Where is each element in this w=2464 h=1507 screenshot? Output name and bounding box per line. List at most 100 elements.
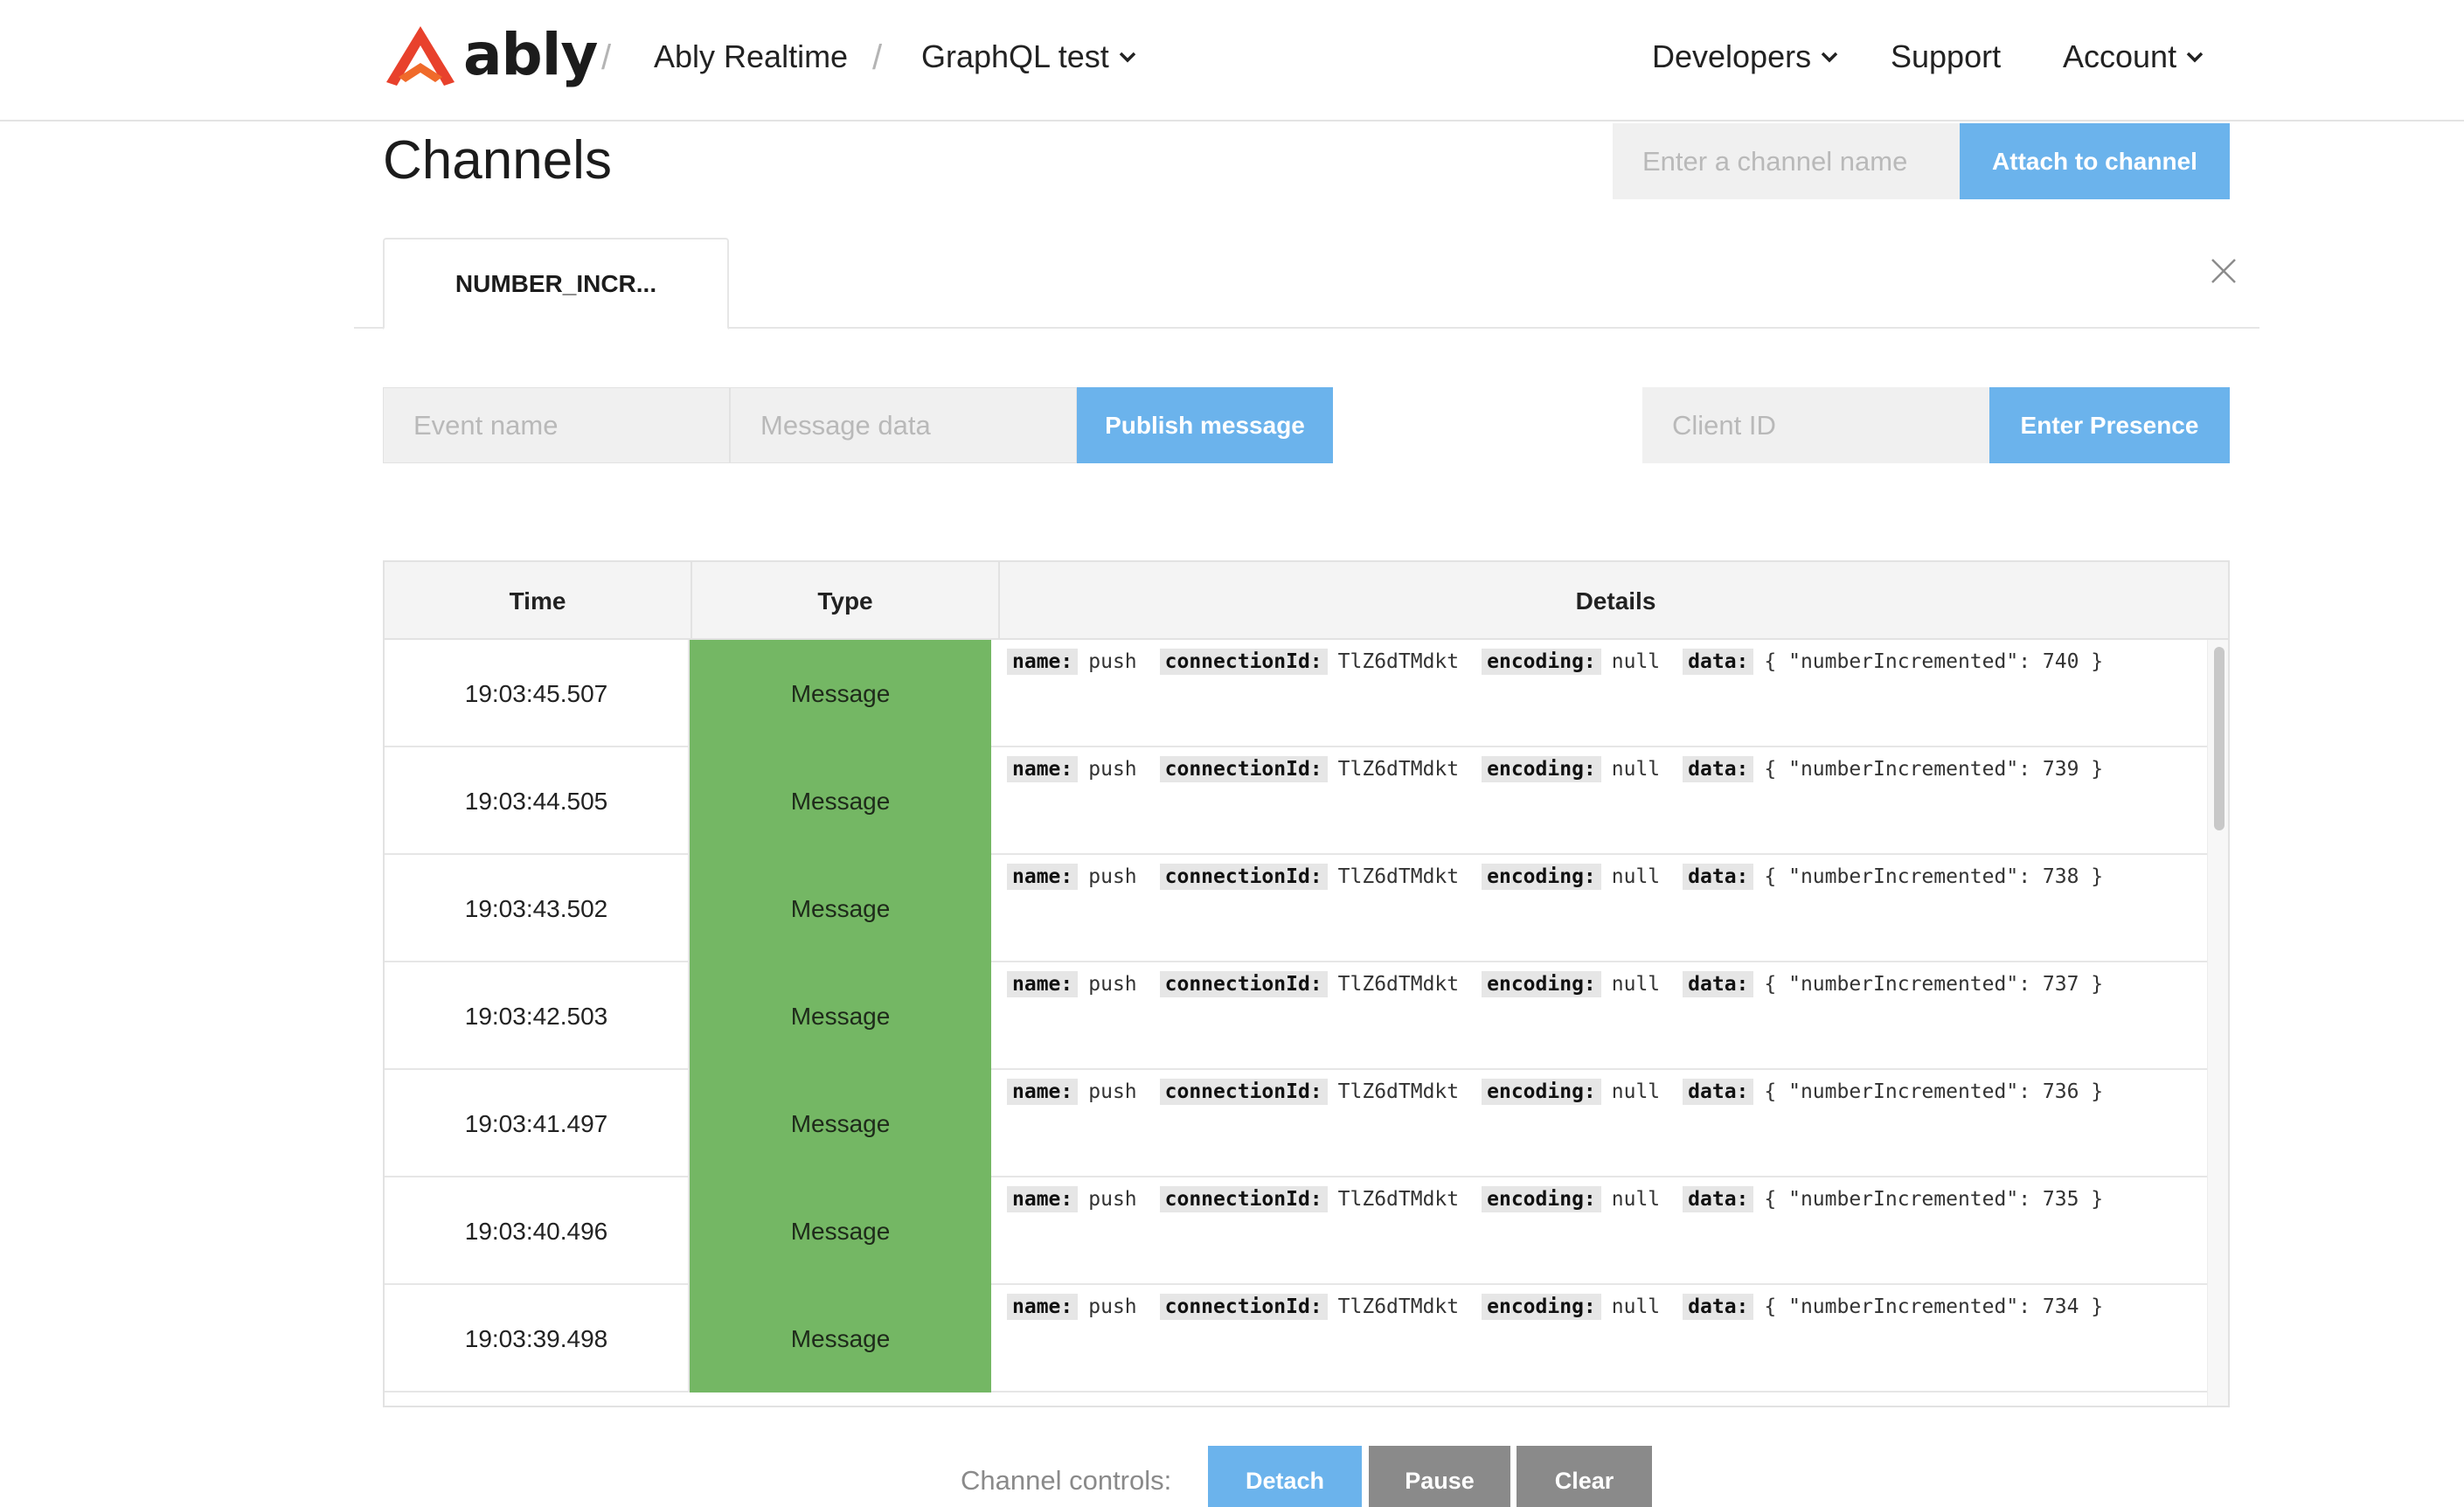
table-row[interactable]: 19:03:39.498 Message name: push connectionId…: [385, 1285, 2207, 1392]
chevron-down-icon: [1119, 52, 1136, 63]
detail-key: name:: [1007, 649, 1079, 675]
ably-logo[interactable]: ably: [383, 23, 598, 87]
attach-to-channel-button[interactable]: Attach to channel: [1960, 123, 2230, 199]
chevron-down-icon: [2186, 52, 2204, 63]
detail-key: name:: [1007, 1079, 1079, 1105]
detail-value: TlZ6dTMdkt: [1337, 650, 1460, 673]
cell-details: name: push connectionId: TlZ6dTMdkt encoding…: [1007, 1186, 2126, 1212]
cell-time: 19:03:43.502: [385, 855, 690, 962]
event-name-input[interactable]: [383, 387, 730, 463]
detail-value: { "numberIncremented": 740 }: [1764, 650, 2104, 673]
table-scrollbar[interactable]: [2207, 640, 2228, 1406]
detail-value: TlZ6dTMdkt: [1337, 758, 1460, 781]
breadcrumb-account-link[interactable]: Ably Realtime: [654, 38, 848, 75]
detail-key: data:: [1683, 971, 1754, 997]
breadcrumb-app-label: GraphQL test: [921, 38, 1109, 74]
column-header-details: Details: [1575, 587, 1656, 615]
table-row[interactable]: 19:03:40.496 Message name: push connectionId…: [385, 1177, 2207, 1285]
nav-support-link[interactable]: Support: [1891, 38, 2001, 75]
detail-value: TlZ6dTMdkt: [1337, 973, 1460, 996]
detail-value: null: [1611, 650, 1661, 673]
tab-label: NUMBER_INCR...: [455, 269, 657, 297]
table-row[interactable]: 19:03:41.497 Message name: push connectionId…: [385, 1070, 2207, 1177]
cell-type-badge: Message: [690, 747, 991, 855]
detail-key: data:: [1683, 1079, 1754, 1105]
breadcrumb-account-label: Ably Realtime: [654, 38, 849, 74]
detail-value: push: [1088, 1080, 1137, 1103]
cell-type-badge: Message: [690, 962, 991, 1070]
detail-value: null: [1611, 973, 1661, 996]
detail-value: { "numberIncremented": 737 }: [1764, 973, 2104, 996]
page-title: Channels: [383, 130, 612, 191]
column-header-time: Time: [385, 562, 692, 640]
column-header-type: Type: [692, 562, 1000, 640]
detail-key: encoding:: [1482, 649, 1601, 675]
detail-value: null: [1611, 865, 1661, 888]
cell-type-badge: Message: [690, 855, 991, 962]
client-id-input[interactable]: [1642, 387, 1989, 463]
detail-key: data:: [1683, 756, 1754, 782]
detail-key: encoding:: [1482, 1294, 1601, 1320]
table-row[interactable]: 19:03:44.505 Message name: push connectionId…: [385, 747, 2207, 855]
detail-key: name:: [1007, 971, 1079, 997]
detail-key: encoding:: [1482, 971, 1601, 997]
close-icon[interactable]: [2210, 257, 2238, 285]
detail-value: null: [1611, 1295, 1661, 1318]
cell-time: 19:03:42.503: [385, 962, 690, 1070]
detail-key: data:: [1683, 864, 1754, 890]
detail-value: { "numberIncremented": 738 }: [1764, 865, 2104, 888]
channel-messages-table: Time Type Details 19:03:45.507 Message nam…: [383, 560, 2230, 1407]
cell-details: name: push connectionId: TlZ6dTMdkt encoding…: [1007, 1294, 2126, 1320]
publish-message-button[interactable]: Publish message: [1077, 387, 1333, 463]
table-row[interactable]: 19:03:45.507 Message name: push connectionId…: [385, 640, 2207, 747]
detail-key: connectionId:: [1159, 649, 1328, 675]
detail-key: encoding:: [1482, 1079, 1601, 1105]
cell-details: name: push connectionId: TlZ6dTMdkt encoding…: [1007, 1079, 2126, 1105]
tab-channel-number-incremented[interactable]: NUMBER_INCR...: [383, 238, 729, 330]
detail-key: connectionId:: [1159, 864, 1328, 890]
breadcrumb-app-dropdown[interactable]: GraphQL test: [921, 38, 1137, 75]
detail-key: data:: [1683, 649, 1754, 675]
detail-value: push: [1088, 973, 1137, 996]
cell-details: name: push connectionId: TlZ6dTMdkt encoding…: [1007, 971, 2126, 997]
nav-account-dropdown[interactable]: Account: [2063, 38, 2204, 75]
channel-name-input[interactable]: [1613, 123, 1960, 199]
detail-key: name:: [1007, 1186, 1079, 1212]
detail-value: { "numberIncremented": 739 }: [1764, 758, 2104, 781]
detail-value: { "numberIncremented": 736 }: [1764, 1080, 2104, 1103]
nav-developers-label: Developers: [1652, 38, 1812, 74]
detail-key: connectionId:: [1159, 1294, 1328, 1320]
enter-presence-button[interactable]: Enter Presence: [1989, 387, 2230, 463]
cell-details: name: push connectionId: TlZ6dTMdkt encoding…: [1007, 649, 2126, 675]
cell-type-badge: Message: [690, 1177, 991, 1285]
table-row[interactable]: 19:03:43.502 Message name: push connectionId…: [385, 855, 2207, 962]
breadcrumb-separator: /: [601, 38, 612, 77]
cell-details: name: push connectionId: TlZ6dTMdkt encoding…: [1007, 864, 2126, 890]
detail-value: push: [1088, 1295, 1137, 1318]
cell-type-badge: Message: [690, 1070, 991, 1177]
cell-time: 19:03:39.498: [385, 1285, 690, 1392]
detail-key: connectionId:: [1159, 971, 1328, 997]
detail-value: null: [1611, 1080, 1661, 1103]
scrollbar-thumb[interactable]: [2214, 647, 2225, 830]
detach-button[interactable]: Detach: [1208, 1446, 1362, 1507]
message-data-input[interactable]: [730, 387, 1077, 463]
cell-details: name: push connectionId: TlZ6dTMdkt encoding…: [1007, 756, 2126, 782]
detail-value: TlZ6dTMdkt: [1337, 1295, 1460, 1318]
detail-value: push: [1088, 758, 1137, 781]
pause-button[interactable]: Pause: [1369, 1446, 1510, 1507]
nav-developers-dropdown[interactable]: Developers: [1652, 38, 1839, 75]
detail-key: connectionId:: [1159, 1079, 1328, 1105]
detail-key: data:: [1683, 1186, 1754, 1212]
detail-key: encoding:: [1482, 756, 1601, 782]
detail-key: data:: [1683, 1294, 1754, 1320]
detail-key: name:: [1007, 1294, 1079, 1320]
clear-button[interactable]: Clear: [1517, 1446, 1652, 1507]
breadcrumb-separator: /: [872, 38, 883, 77]
detail-value: push: [1088, 865, 1137, 888]
table-row[interactable]: 19:03:42.503 Message name: push connectionId…: [385, 962, 2207, 1070]
detail-value: { "numberIncremented": 735 }: [1764, 1188, 2104, 1211]
detail-key: encoding:: [1482, 864, 1601, 890]
detail-value: { "numberIncremented": 734 }: [1764, 1295, 2104, 1318]
detail-key: connectionId:: [1159, 756, 1328, 782]
